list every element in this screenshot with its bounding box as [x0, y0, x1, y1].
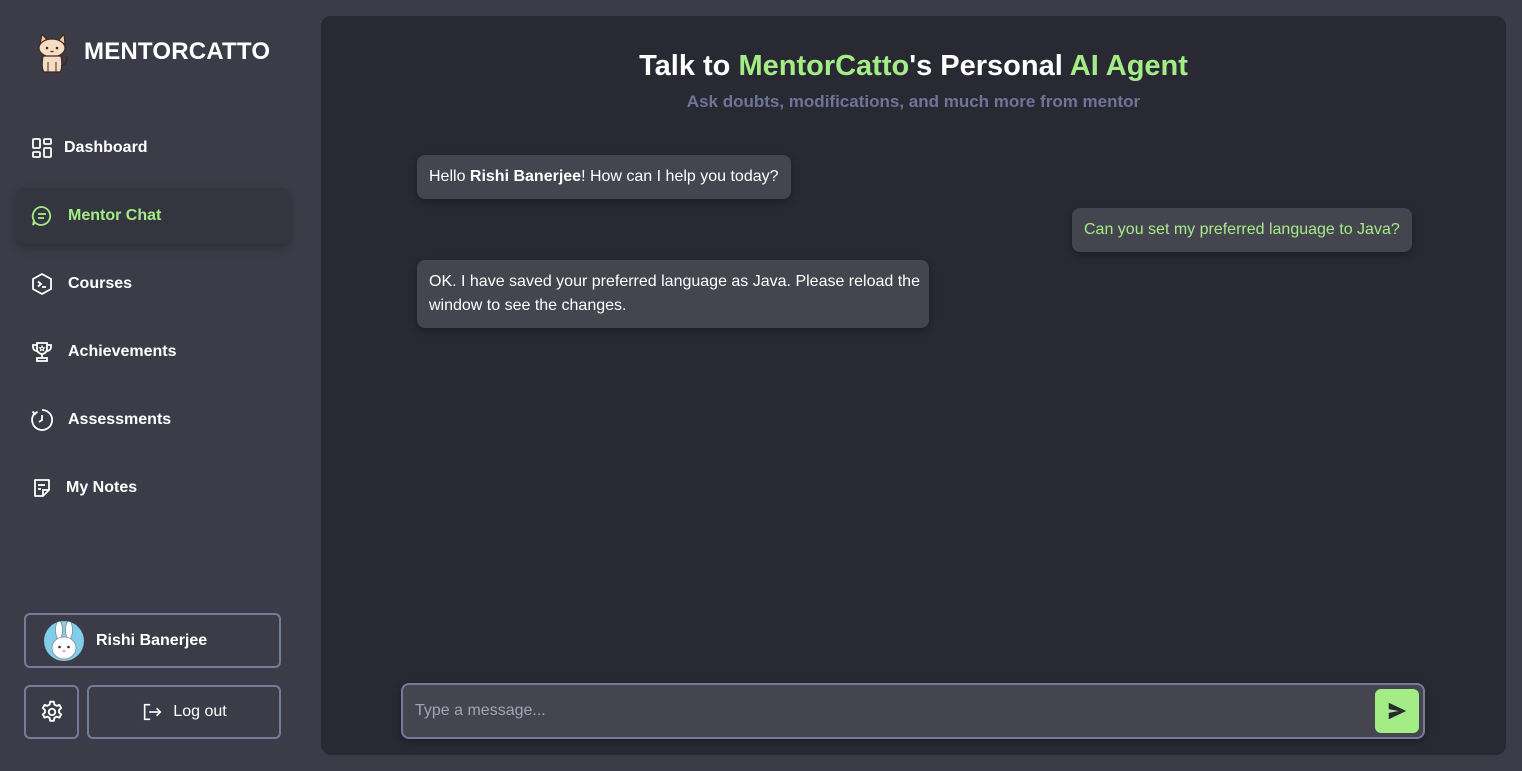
sidebar-item-label: Courses [68, 275, 133, 292]
gear-icon [41, 700, 62, 722]
logout-button[interactable]: Log out [87, 685, 281, 739]
send-icon [1388, 702, 1407, 720]
timer-icon [30, 408, 54, 432]
trophy-icon [30, 340, 54, 364]
message-input[interactable] [415, 685, 1365, 737]
message-text: OK. I have saved your preferred language… [429, 273, 920, 290]
chat-panel: Talk to MentorCatto's Personal AI Agent … [321, 16, 1506, 755]
page-subtitle: Ask doubts, modifications, and much more… [686, 92, 1141, 111]
send-button[interactable] [1375, 689, 1419, 733]
sidebar-item-label: Assessments [68, 411, 172, 428]
sidebar-item-dashboard[interactable]: Dashboard [16, 120, 290, 176]
sidebar-item-label: Achievements [68, 343, 177, 360]
bot-message: Hello Rishi Banerjee! How can I help you… [417, 155, 791, 199]
logout-icon [144, 703, 162, 721]
logout-label: Log out [173, 703, 227, 720]
profile-name: Rishi Banerjee [96, 631, 208, 649]
message-composer [401, 683, 1425, 739]
title-text: Talk to [639, 50, 739, 82]
title-text: 's Personal [909, 50, 1070, 82]
message-text: ! How can I help you today? [581, 168, 779, 185]
message-text: window to see the changes. [429, 297, 627, 314]
message-text: Hello [429, 168, 470, 185]
sidebar-item-mentor-chat[interactable]: Mentor Chat [16, 188, 290, 244]
message-username: Rishi Banerjee [469, 168, 582, 185]
sidebar-item-label: Dashboard [64, 139, 148, 156]
user-message: Can you set my preferred language to Jav… [1072, 208, 1412, 252]
brand[interactable]: MENTORCATTO [32, 30, 270, 74]
avatar [44, 620, 84, 661]
dashboard-grid-icon [30, 136, 54, 160]
cat-logo-icon [38, 32, 68, 73]
message-text: Can you set my preferred language to Jav… [1084, 221, 1400, 238]
page-title: Talk to MentorCatto's Personal AI Agent [321, 50, 1506, 83]
sidebar-item-my-notes[interactable]: My Notes [16, 460, 290, 516]
sidebar-item-achievements[interactable]: Achievements [16, 324, 290, 380]
bot-message: OK. I have saved your preferred language… [417, 260, 929, 328]
sidebar-item-courses[interactable]: Courses [16, 256, 290, 312]
sidebar-item-assessments[interactable]: Assessments [16, 392, 290, 448]
brand-name: MENTORCATTO [84, 38, 271, 65]
terminal-hexagon-icon [30, 272, 54, 296]
profile-button[interactable]: Rishi Banerjee [24, 613, 281, 668]
title-accent-brand: MentorCatto [738, 50, 910, 82]
sidebar-item-label: Mentor Chat [68, 207, 162, 224]
settings-button[interactable] [24, 685, 79, 739]
note-icon [30, 476, 54, 500]
sidebar: MENTORCATTO Dashboard Mentor Chat Course… [0, 0, 308, 771]
sidebar-item-label: My Notes [66, 479, 138, 496]
chat-bubble-icon [30, 204, 54, 228]
title-accent-agent: AI Agent [1069, 50, 1188, 82]
